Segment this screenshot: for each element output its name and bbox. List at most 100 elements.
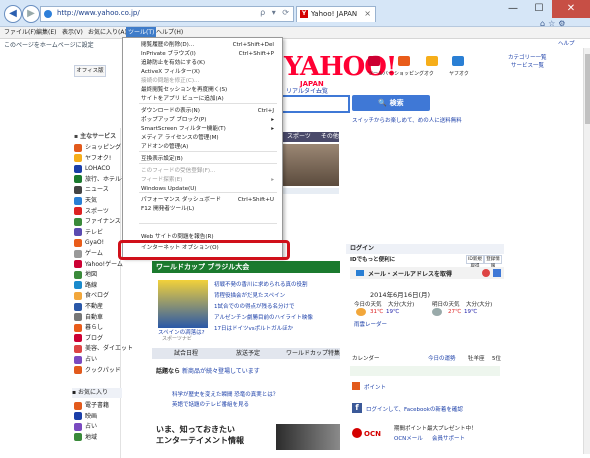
sidebar-favorite-3[interactable]: 地域	[74, 432, 97, 443]
office-button[interactable]: オフィス版	[74, 65, 106, 77]
point-link[interactable]: ポイント	[364, 383, 386, 391]
tools-menu-item-11[interactable]: アドオンの管理(A)	[125, 142, 280, 152]
minimize-button[interactable]: —	[500, 0, 526, 18]
sidebar-item-16[interactable]: 自動車	[74, 312, 103, 323]
sidebar-favorite-1[interactable]: 映画	[74, 411, 97, 422]
dice-icon[interactable]	[482, 269, 490, 277]
tab-yahoo[interactable]: Y Yahoo! JAPAN ×	[296, 6, 376, 22]
vertical-scrollbar[interactable]	[583, 48, 590, 454]
address-tools[interactable]: ρ ▾ ⟳	[260, 8, 291, 17]
sidebar-item-15[interactable]: 不動産	[74, 301, 103, 312]
tab-list[interactable]: 一覧	[316, 86, 328, 95]
toolbar-icon[interactable]	[368, 56, 380, 66]
promo-subtitle[interactable]: エンターテイメント情報	[156, 435, 244, 446]
sidebar-item-13[interactable]: 路線	[74, 280, 97, 291]
sidebar-item-14[interactable]: 食べログ	[74, 290, 109, 301]
bottom-news-0[interactable]: 科学が歴史を変えた瞬間 恐竜の真実とは？	[172, 390, 278, 398]
tools-menu-item-17[interactable]: F12 開発者ツール(L)	[125, 204, 280, 214]
sidebar-item-9[interactable]: GyaO!	[74, 237, 104, 248]
news-photo[interactable]	[283, 144, 339, 186]
weather-tomorrow-label: 明日の天気	[432, 302, 460, 308]
account-info-button[interactable]: 登録情報	[484, 255, 502, 269]
services-link[interactable]: サービス一覧	[511, 61, 544, 69]
sidebar-item-19[interactable]: 美容、ダイエット	[74, 343, 133, 354]
ad-text[interactable]: 話題なら 新商品が続々登場しています	[156, 366, 260, 375]
worldcup-item-1[interactable]: 背程役描会がだ見たスペイン	[214, 291, 285, 299]
ocn-label[interactable]: OCN	[364, 430, 381, 438]
sidebar-favorite-2[interactable]: 占い	[74, 421, 97, 432]
sidebar-item-label: 地図	[85, 271, 98, 279]
news-tab-other[interactable]: その他	[321, 133, 339, 140]
tab-title: Yahoo! JAPAN	[311, 10, 358, 18]
help-link[interactable]: ヘルプ	[558, 39, 575, 47]
sidebar-item-icon	[74, 355, 82, 364]
mail-label[interactable]: メール・メールアドレスを取得	[368, 269, 452, 278]
tab-close-icon[interactable]: ×	[364, 9, 371, 18]
worldcup-item-4[interactable]: 17日はドイツvsポルトガルほか	[214, 324, 293, 332]
tab-schedule[interactable]: 試合日程	[174, 348, 198, 359]
notice-bar[interactable]	[350, 366, 500, 376]
fortune-link[interactable]: 今日の運勢	[428, 354, 456, 362]
worldcup-item-2[interactable]: 1試合でのの得点が残る名分けで	[214, 302, 295, 310]
sidebar-item-21[interactable]: クックパッド	[74, 365, 121, 376]
rain-radar-link[interactable]: 雨雲レーダー	[354, 320, 387, 328]
sidebar-item-4[interactable]: ニュース	[74, 184, 109, 195]
promo-title[interactable]: いま、知っておきたい	[156, 424, 235, 435]
address-bar[interactable]: http://www.yahoo.co.jp/ ρ ▾ ⟳	[40, 6, 294, 22]
bottom-news-1[interactable]: 英語で話題のテレビ番組を見る	[172, 400, 249, 408]
signup-button[interactable]: ID新規取得	[466, 255, 484, 269]
sidebar-item-12[interactable]: 地図	[74, 269, 97, 280]
yahuoku-icon[interactable]	[452, 56, 464, 66]
forward-arrow-icon[interactable]: ▶	[22, 5, 40, 23]
tools-menu-item-15[interactable]: Windows Update(U)	[125, 184, 280, 194]
sidebar-favorite-0[interactable]: 電子書籍	[74, 400, 109, 411]
facebook-link[interactable]: ログインして、Facebookの新着を確認	[366, 405, 463, 413]
worldcup-item-0[interactable]: 初戦不発の香川に求められる真の役割	[214, 280, 308, 288]
auction-icon[interactable]	[426, 56, 438, 66]
back-arrow-icon[interactable]: ◀	[4, 5, 22, 23]
sidebar-item-10[interactable]: ゲーム	[74, 248, 103, 259]
sidebar-item-0[interactable]: ショッピング	[74, 142, 121, 153]
search-hint[interactable]: スイッチからお楽しめて、めの人に送料無料	[352, 116, 462, 124]
ocn-sub[interactable]: 期間ポイント最大プレゼント中！	[394, 424, 477, 432]
sidebar-item-11[interactable]: Yahoo!ゲーム	[74, 259, 123, 270]
sidebar-item-2[interactable]: LOHACO	[74, 163, 110, 174]
temp-tomorrow-lo: 19℃	[464, 309, 478, 315]
sidebar-item-1[interactable]: ヤフオク!	[74, 153, 111, 164]
sidebar-item-5[interactable]: 天気	[74, 195, 97, 206]
category-link[interactable]: カテゴリー一覧	[508, 53, 547, 61]
promo-image[interactable]	[276, 424, 340, 450]
top-icon-label-0: ツールバー	[368, 71, 394, 77]
tools-menu-item-label: アドオンの管理(A)	[141, 144, 189, 150]
search-input[interactable]	[282, 95, 350, 113]
tab-worldcup-special[interactable]: ワールドカップ特集	[286, 348, 340, 359]
shopping-icon[interactable]	[398, 56, 410, 66]
news-tab-sports[interactable]: スポーツ	[287, 133, 311, 140]
sidebar-favorite-label: 電子書籍	[85, 402, 110, 409]
sidebar-item-18[interactable]: ブログ	[74, 333, 103, 344]
sidebar-item-8[interactable]: テレビ	[74, 227, 103, 238]
ocn-link-mail[interactable]: OCNメール	[394, 434, 423, 442]
tools-menu-item-12[interactable]: 互換表示設定(B)	[125, 154, 280, 164]
tools-menu-item-6[interactable]: サイトをアプリ ビューに追加(A)	[125, 94, 280, 104]
search-button[interactable]: 🔍 検索	[352, 95, 430, 111]
worldcup-photo[interactable]	[158, 280, 208, 328]
scroll-thumb[interactable]	[585, 54, 590, 124]
menu-file[interactable]: ファイル(F)	[2, 27, 38, 38]
maximize-button[interactable]: ☐	[526, 0, 552, 18]
card-icon[interactable]	[493, 269, 501, 277]
login-sub[interactable]: IDでもっと便利に	[350, 255, 395, 263]
sidebar-item-icon	[74, 291, 82, 300]
address-text[interactable]: http://www.yahoo.co.jp/	[57, 9, 140, 17]
tab-broadcast[interactable]: 放送予定	[236, 348, 260, 359]
menu-view[interactable]: 表示(V)	[60, 27, 85, 38]
worldcup-item-3[interactable]: アルゼンチン劇勝目前のハイライト映像	[214, 313, 313, 321]
menu-edit[interactable]: 編集(E)	[34, 27, 58, 38]
ocn-link-support[interactable]: 会員サポート	[432, 434, 465, 442]
sidebar-item-17[interactable]: 暮らし	[74, 322, 103, 333]
worldcup-title[interactable]: ワールドカップ ブラジル大会	[152, 261, 340, 273]
sidebar-item-6[interactable]: スポーツ	[74, 206, 109, 217]
sidebar-item-7[interactable]: ファイナンス	[74, 216, 121, 227]
sidebar-item-20[interactable]: 占い	[74, 354, 97, 365]
close-window-button[interactable]: ✕	[552, 0, 590, 18]
